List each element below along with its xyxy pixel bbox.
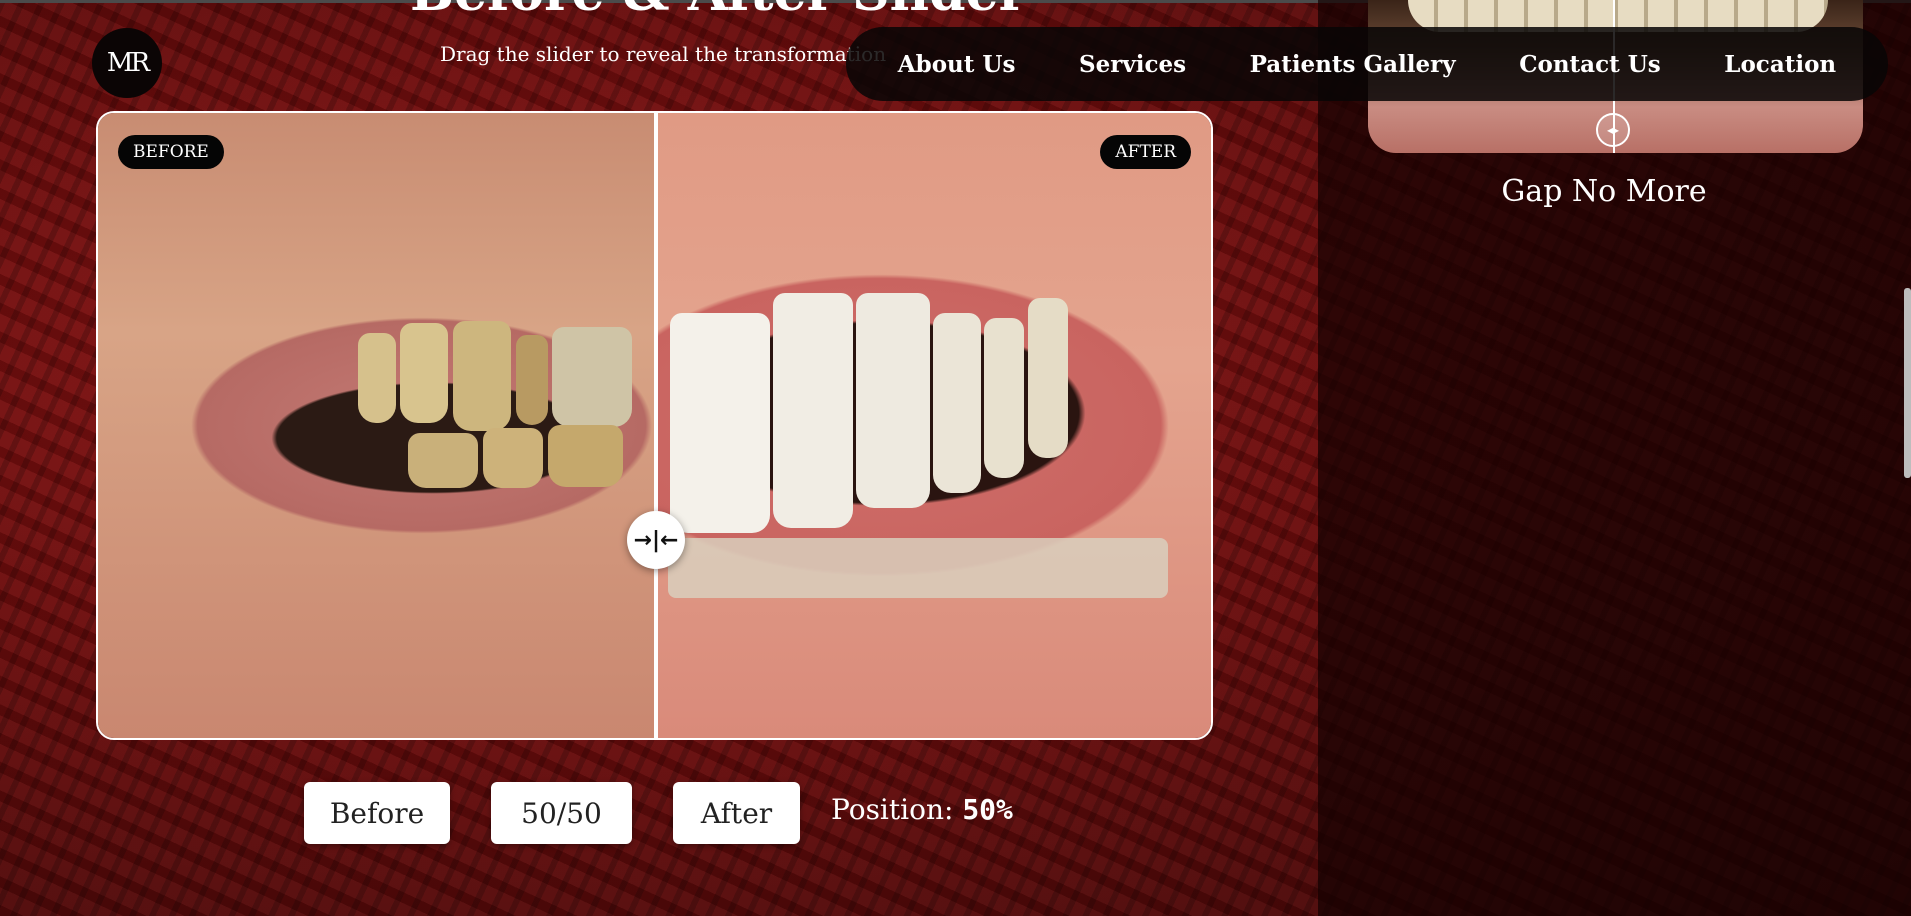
site-logo[interactable]: MR xyxy=(92,28,162,98)
slider-handle-icon[interactable]: →|← xyxy=(627,511,685,569)
before-teeth xyxy=(338,313,638,493)
page-subtitle: Drag the slider to reveal the transforma… xyxy=(440,42,887,66)
nav-patients-gallery[interactable]: Patients Gallery xyxy=(1250,51,1456,78)
half-half-button[interactable]: 50/50 xyxy=(491,782,632,844)
page-title: Before & After Slider xyxy=(410,0,1026,23)
position-value: 50% xyxy=(962,793,1013,826)
gallery-card-caption: Gap No More xyxy=(1501,174,1707,209)
after-image xyxy=(658,113,1211,738)
gallery-card-slider-handle-icon[interactable]: ◂▸ xyxy=(1596,113,1630,147)
position-label: Position: xyxy=(831,793,954,826)
before-image xyxy=(98,113,656,738)
after-button[interactable]: After xyxy=(673,782,800,844)
nav-about-us[interactable]: About Us xyxy=(898,51,1016,78)
before-button[interactable]: Before xyxy=(304,782,450,844)
position-readout: Position: 50% xyxy=(831,793,1013,826)
nav-location[interactable]: Location xyxy=(1724,51,1836,78)
nav-contact-us[interactable]: Contact Us xyxy=(1519,51,1661,78)
main-nav: About Us Services Patients Gallery Conta… xyxy=(846,27,1888,101)
before-label-badge: BEFORE xyxy=(118,135,224,169)
nav-services[interactable]: Services xyxy=(1079,51,1186,78)
before-after-slider[interactable]: →|← BEFORE AFTER xyxy=(96,111,1213,740)
slider-divider[interactable] xyxy=(654,113,658,738)
page-scrollbar[interactable] xyxy=(1904,288,1911,478)
after-label-badge: AFTER xyxy=(1100,135,1191,169)
